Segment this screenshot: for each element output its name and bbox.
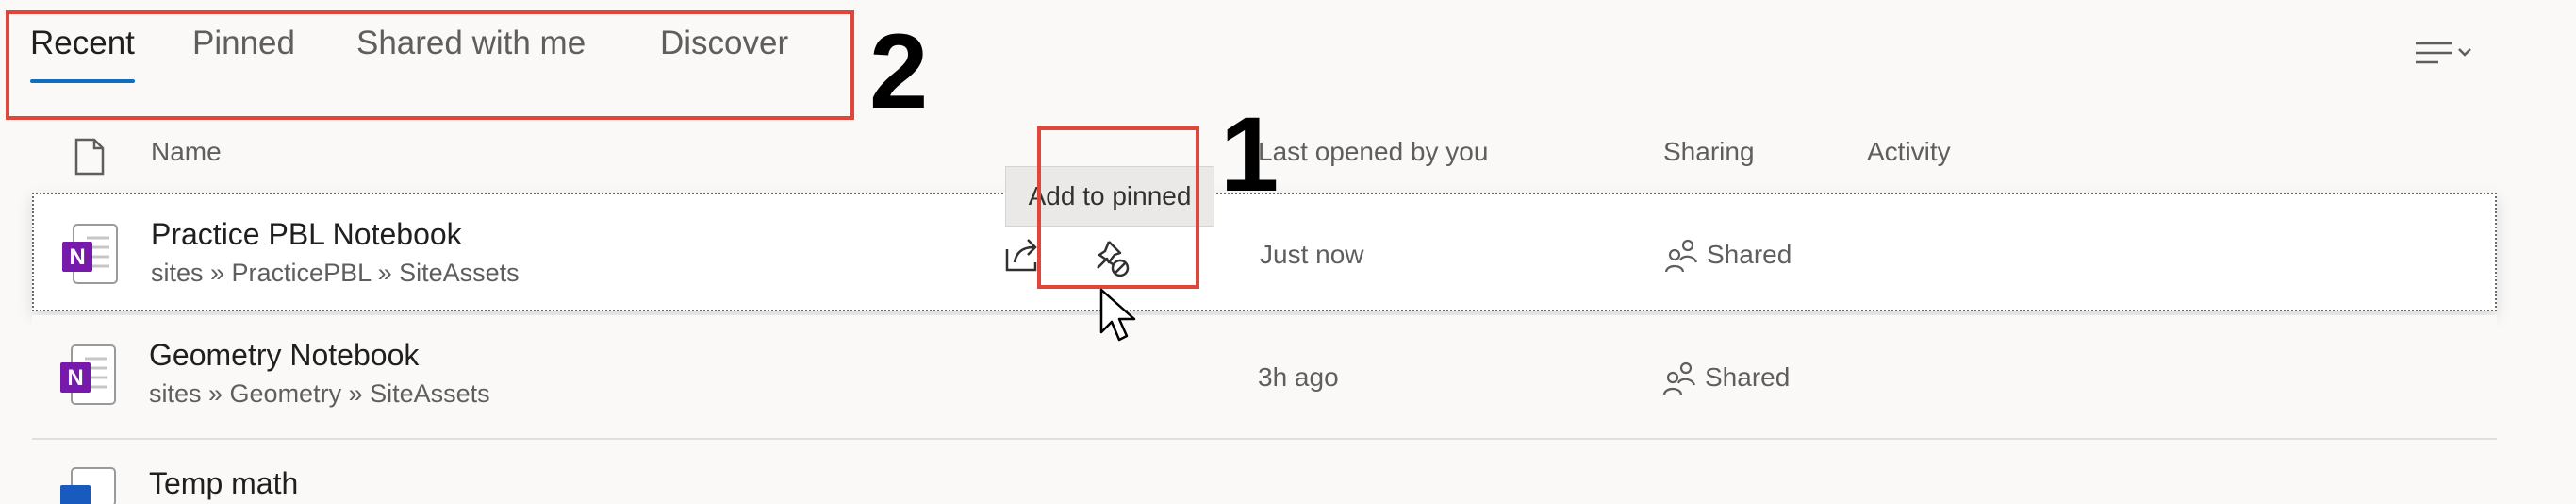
sharing-label: Shared bbox=[1707, 240, 1792, 269]
file-name[interactable]: Practice PBL Notebook bbox=[151, 217, 462, 252]
file-name[interactable]: Geometry Notebook bbox=[149, 338, 419, 373]
document-icon bbox=[60, 467, 116, 504]
tabs-highlight-box bbox=[6, 10, 854, 120]
column-header-name[interactable]: Name bbox=[151, 137, 222, 167]
column-header-sharing[interactable]: Sharing bbox=[1663, 137, 1755, 167]
last-opened-time: Just now bbox=[1260, 240, 1364, 269]
annotation-number-1: 1 bbox=[1220, 95, 1280, 213]
file-row[interactable]: N Geometry Notebook sites » Geometry » S… bbox=[32, 315, 2497, 440]
column-header-last-opened[interactable]: Last opened by you bbox=[1258, 137, 1488, 167]
column-header-activity[interactable]: Activity bbox=[1867, 137, 1951, 167]
people-icon bbox=[1664, 239, 1698, 273]
annotation-number-2: 2 bbox=[869, 12, 929, 130]
file-type-header-icon bbox=[74, 138, 105, 176]
file-row[interactable]: Temp math bbox=[32, 444, 2497, 504]
view-options-button[interactable] bbox=[2414, 36, 2482, 70]
sharing-status: Shared bbox=[1662, 361, 1790, 398]
mouse-pointer-icon bbox=[1099, 288, 1136, 342]
sharing-label: Shared bbox=[1705, 362, 1791, 392]
svg-text:N: N bbox=[69, 244, 85, 270]
file-path: sites » Geometry » SiteAssets bbox=[149, 379, 490, 408]
sharing-status: Shared bbox=[1664, 238, 1792, 276]
list-view-icon bbox=[2416, 42, 2471, 64]
onenote-icon: N bbox=[62, 224, 118, 284]
people-icon bbox=[1662, 361, 1696, 395]
file-path: sites » PracticePBL » SiteAssets bbox=[151, 259, 520, 287]
onenote-icon: N bbox=[60, 344, 116, 405]
pin-highlight-box bbox=[1037, 126, 1199, 289]
last-opened-time: 3h ago bbox=[1258, 362, 1339, 392]
file-name[interactable]: Temp math bbox=[149, 466, 298, 501]
svg-text:N: N bbox=[67, 365, 83, 391]
